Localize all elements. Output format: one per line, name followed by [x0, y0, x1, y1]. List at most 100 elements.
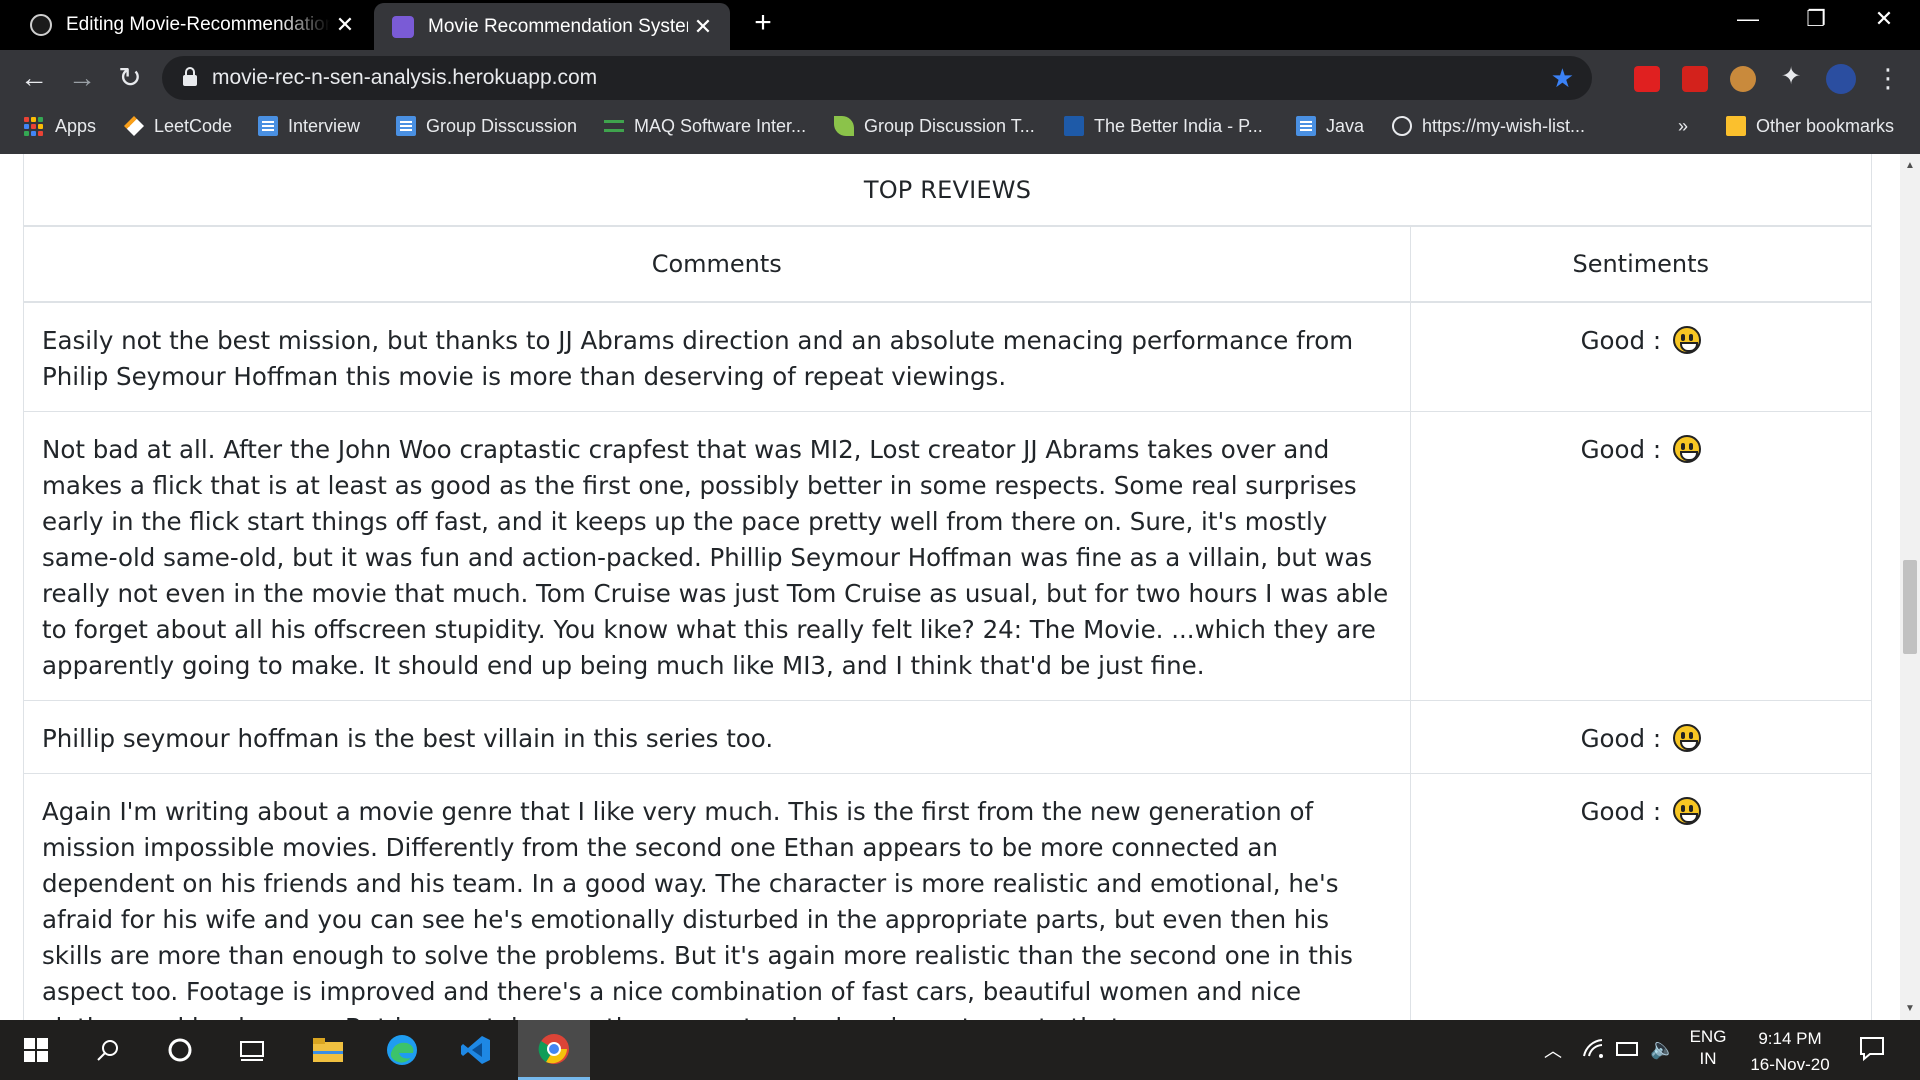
smiley-face-icon — [1672, 724, 1701, 752]
show-hidden-icons-chevron-icon[interactable]: ︿ — [1544, 1037, 1562, 1063]
tab-close-icon[interactable]: ✕ — [330, 12, 360, 38]
language-code: ENG — [1689, 1027, 1727, 1046]
sentiment-label: Good : — [1580, 435, 1662, 464]
leetcode-icon — [124, 116, 144, 136]
page-scrollbar[interactable]: ▲ ▼ — [1900, 154, 1920, 1020]
review-comment: Not bad at all. After the John Woo crapt… — [24, 411, 1411, 701]
extensions-puzzle-icon[interactable]: ✦ — [1778, 62, 1804, 90]
reviews-table: Comments Sentiments Easily not the best … — [24, 227, 1871, 1020]
table-row: Phillip seymour hoffman is the best vill… — [24, 700, 1871, 774]
clock-time: 9:14 PM — [1758, 1029, 1822, 1048]
review-sentiment: Good : — [1410, 411, 1871, 701]
other-bookmarks[interactable]: Other bookmarks — [1726, 106, 1894, 146]
bookmark-label: LeetCode — [154, 115, 233, 136]
bookmark-java[interactable]: Java — [1296, 106, 1364, 146]
bookmark-star-icon[interactable]: ★ — [1551, 56, 1574, 100]
review-sentiment: Good : — [1410, 700, 1871, 774]
docs-icon — [258, 116, 278, 136]
volume-icon[interactable]: 🔈 — [1650, 1036, 1675, 1061]
bookmark-label: Java — [1326, 115, 1365, 136]
clock[interactable]: 9:14 PM 16-Nov-20 — [1740, 1026, 1840, 1078]
bookmark-my-wish-list[interactable]: https://my-wish-list... — [1392, 106, 1585, 146]
cookie-extension-icon[interactable] — [1730, 66, 1756, 92]
sentiment-label: Good : — [1580, 724, 1662, 753]
scrollbar-thumb[interactable] — [1903, 560, 1917, 654]
bookmark-label: https://my-wish-list... — [1422, 115, 1586, 136]
bookmark-label: The Better India - P... — [1094, 115, 1263, 136]
address-bar[interactable]: movie-rec-n-sen-analysis.herokuapp.com ★ — [162, 56, 1592, 100]
edge-button[interactable] — [366, 1020, 438, 1080]
windows-logo-icon — [24, 1038, 48, 1062]
cortana-button[interactable] — [144, 1020, 216, 1080]
vscode-icon — [461, 1036, 490, 1064]
review-comment: Phillip seymour hoffman is the best vill… — [24, 700, 1411, 774]
reload-button[interactable]: ↻ — [110, 58, 150, 98]
bookmark-leetcode[interactable]: LeetCode — [124, 106, 232, 146]
start-button[interactable] — [0, 1020, 72, 1080]
url-text[interactable]: movie-rec-n-sen-analysis.herokuapp.com — [212, 56, 597, 100]
chrome-menu-icon[interactable]: ⋮ — [1868, 58, 1908, 98]
table-header-row: Comments Sentiments — [24, 227, 1871, 303]
bookmark-maq-software[interactable]: MAQ Software Inter... — [604, 106, 806, 146]
top-reviews-section: TOP REVIEWS Comments Sentiments Easily n… — [23, 154, 1872, 1020]
scroll-up-arrow-icon[interactable]: ▲ — [1900, 160, 1920, 171]
notifications-icon[interactable] — [1858, 1034, 1886, 1062]
scroll-down-arrow-icon[interactable]: ▼ — [1900, 1003, 1920, 1014]
better-india-icon — [1064, 116, 1084, 136]
profile-avatar[interactable] — [1826, 64, 1856, 94]
new-tab-button[interactable]: + — [748, 6, 778, 40]
bookmark-group-disscussion[interactable]: Group Disscussion — [396, 106, 577, 146]
sentiment-label: Good : — [1580, 326, 1662, 355]
windows-taskbar: ︿ 🔈 ENG IN 9:14 PM 16-Nov-20 — [0, 1020, 1920, 1080]
battery-icon[interactable] — [1616, 1042, 1638, 1056]
docs-icon — [1296, 116, 1316, 136]
leaf-icon — [834, 116, 854, 136]
bookmark-group-discussion-topics[interactable]: Group Discussion T... — [834, 106, 1035, 146]
cortana-circle-icon — [168, 1038, 192, 1062]
chrome-taskbar-button[interactable] — [518, 1020, 590, 1080]
tab-movie-recommendation-system[interactable]: Movie Recommendation System ✕ — [374, 3, 730, 50]
bookmark-apps[interactable]: Apps — [24, 106, 96, 146]
tab-editing-movie-recommendation[interactable]: Editing Movie-Recommendation ✕ — [12, 0, 372, 50]
sentiment-label: Good : — [1580, 797, 1662, 826]
tab-close-icon[interactable]: ✕ — [688, 14, 718, 40]
edge-icon — [387, 1035, 417, 1065]
tab-title: Movie Recommendation System — [428, 15, 688, 37]
bookmark-interview[interactable]: Interview — [258, 106, 360, 146]
bookmark-label: Other bookmarks — [1756, 115, 1895, 136]
restore-window-button[interactable]: ❐ — [1796, 6, 1836, 32]
vscode-button[interactable] — [440, 1020, 512, 1080]
table-row: Easily not the best mission, but thanks … — [24, 302, 1871, 412]
close-window-button[interactable]: ✕ — [1864, 6, 1904, 32]
language-indicator[interactable]: ENG IN — [1686, 1026, 1730, 1070]
bookmark-label: Group Discussion T... — [864, 115, 1035, 136]
app-favicon-icon — [392, 15, 414, 38]
table-row: Again I'm writing about a movie genre th… — [24, 773, 1871, 1020]
tab-title: Editing Movie-Recommendation — [66, 14, 330, 35]
minimize-window-button[interactable]: — — [1728, 6, 1768, 32]
review-sentiment: Good : — [1410, 302, 1871, 412]
column-header-sentiments: Sentiments — [1410, 227, 1871, 303]
lock-icon[interactable] — [182, 66, 198, 88]
browser-titlebar: Editing Movie-Recommendation ✕ Movie Rec… — [0, 0, 1920, 50]
search-icon — [97, 1040, 118, 1061]
folder-icon — [313, 1038, 343, 1062]
folder-icon — [1726, 116, 1746, 136]
pdf-extension-icon[interactable] — [1682, 66, 1708, 92]
wifi-icon[interactable] — [1582, 1036, 1606, 1060]
maq-icon — [604, 120, 624, 132]
forward-button[interactable]: → — [62, 58, 102, 98]
review-sentiment: Good : — [1410, 773, 1871, 1020]
bookmark-the-better-india[interactable]: The Better India - P... — [1064, 106, 1263, 146]
back-button[interactable]: ← — [14, 58, 54, 98]
file-explorer-button[interactable] — [292, 1020, 364, 1080]
bookmarks-overflow-button[interactable]: » — [1678, 106, 1688, 146]
clock-date: 16-Nov-20 — [1750, 1055, 1830, 1074]
task-view-button[interactable] — [216, 1020, 288, 1080]
youtube-extension-icon[interactable] — [1634, 66, 1660, 92]
section-title: TOP REVIEWS — [24, 154, 1871, 227]
bookmark-label: MAQ Software Inter... — [634, 115, 807, 136]
review-comment: Easily not the best mission, but thanks … — [24, 302, 1411, 412]
search-button[interactable] — [72, 1020, 144, 1080]
smiley-face-icon — [1672, 326, 1701, 354]
